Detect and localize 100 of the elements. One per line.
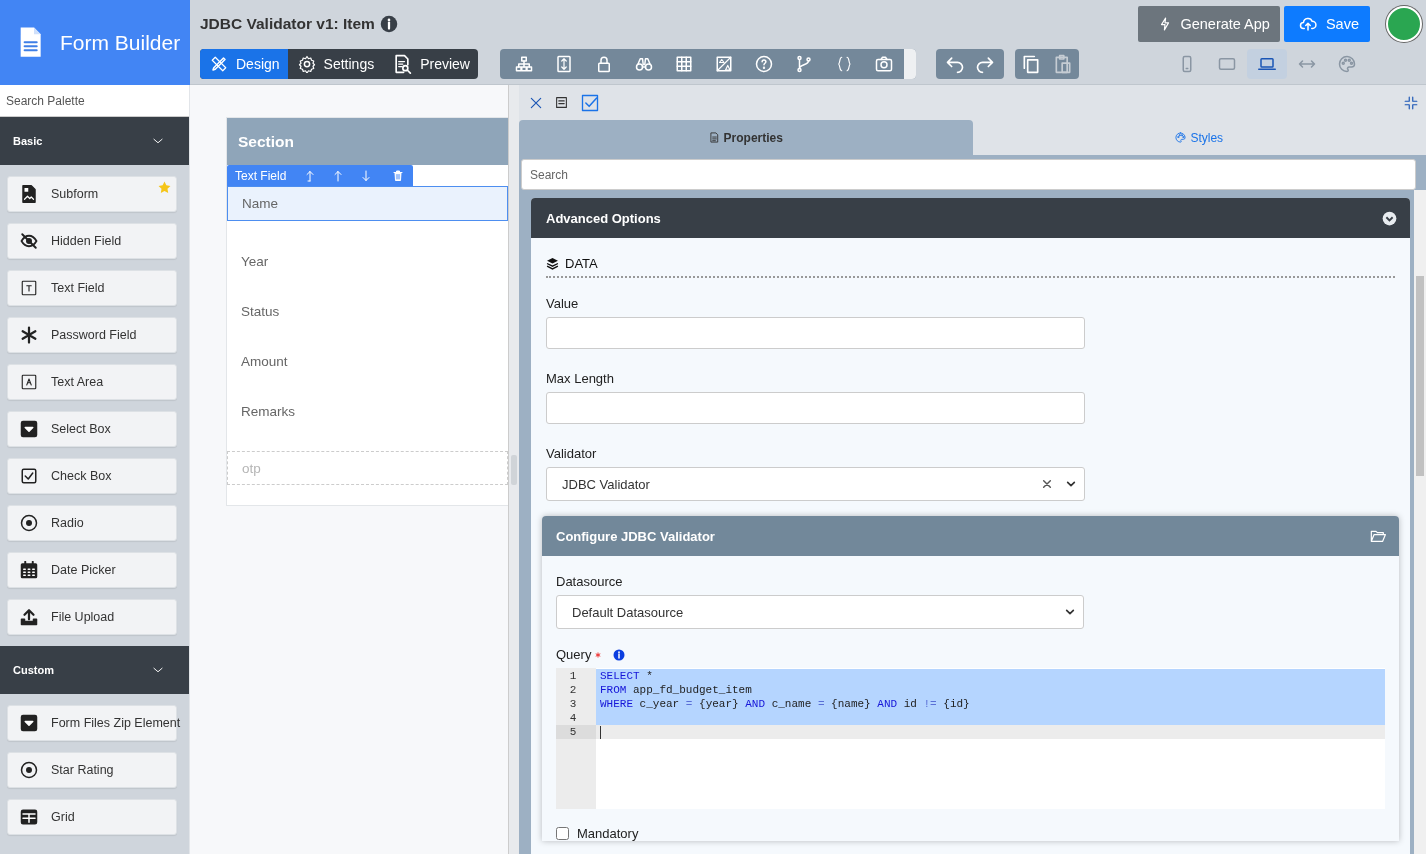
text-box-icon <box>20 279 38 297</box>
line-number: 5 <box>556 725 596 739</box>
branch-icon <box>795 55 813 73</box>
field-label: Value <box>546 296 580 311</box>
form-field[interactable]: Status <box>227 286 508 336</box>
text-input-field[interactable] <box>546 392 1085 424</box>
mandatory-checkbox[interactable] <box>556 827 569 840</box>
document-image-icon <box>20 185 38 203</box>
subpanel-header: Configure JDBC Validator <box>542 516 1399 556</box>
binoculars-icon <box>635 55 653 73</box>
radio-icon <box>20 514 38 532</box>
radio-icon <box>20 761 38 779</box>
lock-icon <box>595 55 613 73</box>
palette-item[interactable]: Text Area <box>7 364 177 400</box>
tablet-icon <box>1218 55 1236 73</box>
section-header: Section <box>227 118 508 165</box>
field-label: Validator <box>546 446 598 461</box>
search-palette-field[interactable]: Search Palette <box>0 85 189 117</box>
palette-item[interactable]: Grid <box>7 799 177 835</box>
line-number: 4 <box>568 711 578 725</box>
close-icon <box>529 95 543 110</box>
form-title: JDBC Validator v1: Item <box>200 15 375 33</box>
generate-app-button[interactable]: Generate App <box>1138 6 1280 42</box>
info-icon <box>379 15 398 33</box>
document-export-icon <box>555 55 573 73</box>
palette-item[interactable]: File Upload <box>7 599 177 635</box>
text-area-icon <box>20 373 38 391</box>
image-icon <box>715 55 733 73</box>
palette-icon <box>1175 132 1187 143</box>
dropdown-icon <box>20 420 38 438</box>
code-editor[interactable]: 1 2 3 4 5 SELECT * FROM app_fd_budget_item WHERE c_year = {year} AND c_name = {name} AND id != {id} <box>556 668 1385 809</box>
palette-item[interactable]: Password Field <box>7 317 177 353</box>
upload-icon <box>20 608 38 626</box>
undo-icon <box>944 54 966 74</box>
laptop-icon <box>1258 55 1276 73</box>
form-field[interactable]: Remarks <box>227 386 508 436</box>
palette-item[interactable]: Select Box <box>7 411 177 447</box>
palette-item[interactable]: Hidden Field <box>7 223 177 259</box>
checkbox-icon <box>20 467 38 485</box>
line-number: 2 <box>568 683 578 697</box>
palette-item[interactable]: Check Box <box>7 458 177 494</box>
redo-icon <box>974 54 996 74</box>
validator-select[interactable]: JDBC Validator <box>546 467 1085 501</box>
form-field[interactable]: Amount <box>227 336 508 386</box>
gear-icon <box>297 55 316 73</box>
pencil-ruler-icon <box>210 55 228 73</box>
trash-icon <box>392 169 405 182</box>
arrow-up-icon <box>332 168 345 183</box>
camera-icon <box>875 55 893 73</box>
palette-item[interactable]: Text Field <box>7 270 177 306</box>
palette-item[interactable]: Subform <box>7 176 177 212</box>
palette-item[interactable]: Radio <box>7 505 177 541</box>
document-icon <box>708 132 720 143</box>
checkbox-icon <box>580 92 600 113</box>
text-input-field[interactable] <box>546 317 1085 349</box>
section-title: DATA <box>565 256 598 271</box>
grid-icon <box>675 55 693 73</box>
search-field[interactable]: Search <box>521 159 1416 190</box>
line-number: 3 <box>568 697 578 711</box>
palette-group-header[interactable]: Basic <box>0 117 189 165</box>
collapse-icon <box>1404 95 1418 110</box>
field-label: Max Length <box>546 371 615 386</box>
copy-icon <box>1021 54 1041 74</box>
document-search-icon <box>392 54 413 74</box>
sitemap-icon <box>515 55 533 73</box>
field-toolbar: Text Field <box>227 165 413 186</box>
braces-icon <box>835 55 853 73</box>
question-icon <box>755 55 773 73</box>
palette-icon <box>1338 55 1356 73</box>
window-icon <box>555 96 568 109</box>
dropdown-icon <box>20 714 38 732</box>
layers-icon <box>546 257 559 270</box>
palette-group-header[interactable]: Custom <box>0 646 189 694</box>
panel-tab[interactable]: Properties <box>519 120 973 155</box>
info-icon <box>613 648 626 661</box>
laptop-view-button[interactable] <box>1247 49 1287 79</box>
form-field[interactable]: Year <box>227 236 508 286</box>
save-button[interactable]: Save <box>1283 6 1370 42</box>
eye-slash-icon <box>20 232 38 250</box>
mode-tab[interactable]: Settings <box>287 49 383 79</box>
folder-icon <box>1369 528 1387 544</box>
checkbox-label: Mandatory <box>577 826 639 841</box>
mode-tab[interactable]: Design <box>200 49 288 79</box>
avatar[interactable] <box>1386 6 1422 42</box>
field-label: Query <box>556 647 592 662</box>
datasource-select[interactable]: Default Datasource <box>556 595 1084 629</box>
palette-item[interactable]: Date Picker <box>7 552 177 588</box>
line-number: 1 <box>568 669 578 683</box>
chevron-down-icon <box>1066 479 1076 489</box>
clipboard-icon <box>1053 54 1073 74</box>
form-field[interactable]: Name <box>227 186 508 221</box>
panel-tab[interactable]: Styles <box>972 120 1426 155</box>
calendar-icon <box>20 561 38 579</box>
chevron-down-icon <box>1065 607 1075 617</box>
panel-header[interactable]: Advanced Options <box>531 198 1410 238</box>
arrow-down-icon <box>360 168 373 183</box>
mode-tab[interactable]: Preview <box>382 49 478 79</box>
palette-item[interactable]: Star Rating <box>7 752 177 788</box>
cloud-upload-icon <box>1297 15 1318 33</box>
move-up-icon <box>304 168 317 183</box>
